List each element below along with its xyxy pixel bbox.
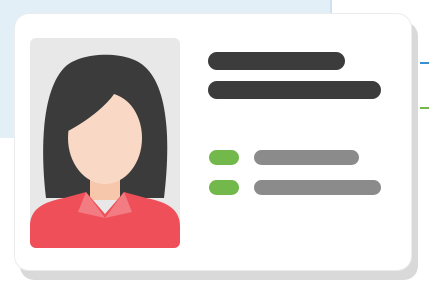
info-placeholder-line-2 (254, 180, 381, 195)
accent-line-blue (420, 62, 429, 64)
info-placeholder-line-1 (254, 150, 359, 165)
info-bullet-1 (209, 150, 239, 165)
info-bullet-2 (209, 180, 239, 195)
profile-photo (30, 38, 180, 248)
name-placeholder-line-1 (208, 52, 345, 70)
name-placeholder-line-2 (208, 81, 381, 99)
accent-line-green (420, 107, 429, 109)
user-avatar-female-icon (30, 54, 180, 248)
